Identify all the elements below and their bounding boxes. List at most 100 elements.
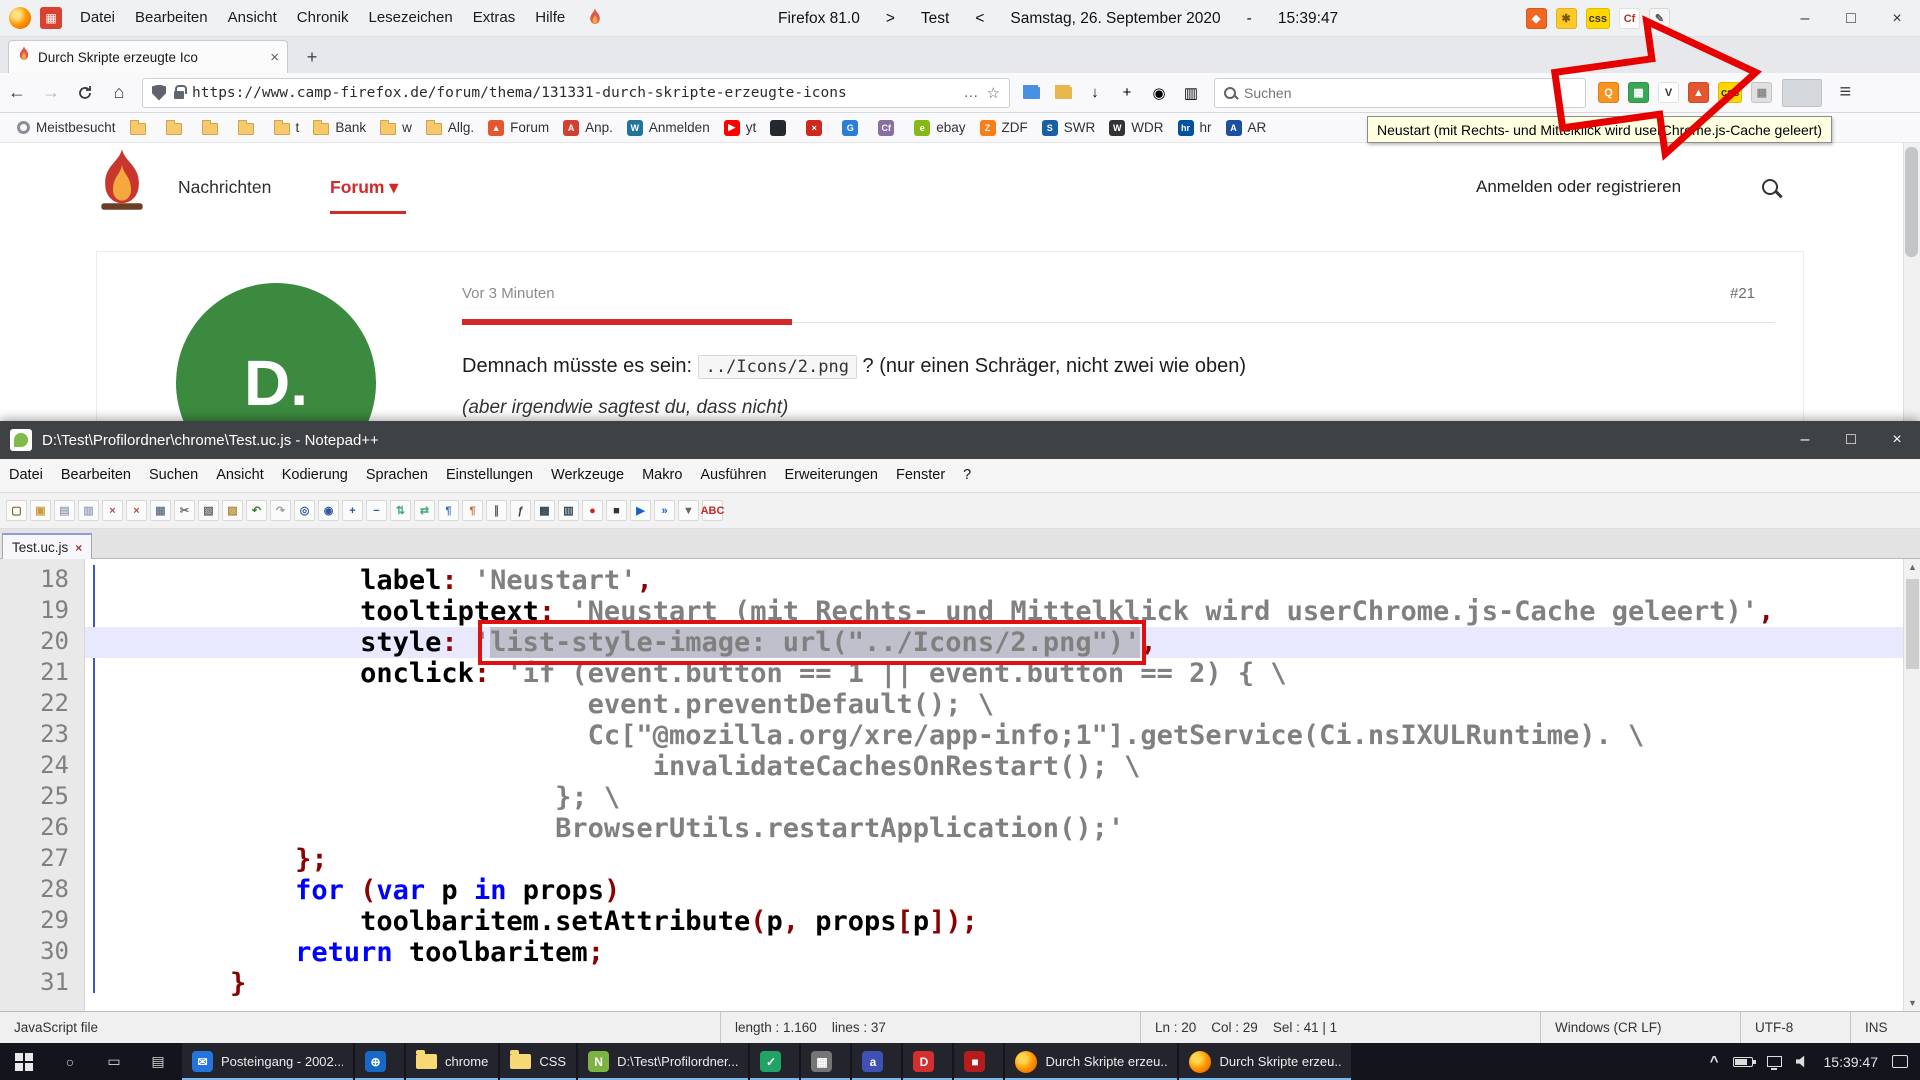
taskbar-app-gray[interactable]: ▦ <box>801 1043 850 1080</box>
menu-item[interactable]: ? <box>954 459 980 492</box>
document-tab[interactable]: Test.uc.js × <box>2 533 92 560</box>
taskbar-app-folder-css[interactable]: CSS <box>500 1043 576 1080</box>
battery-icon[interactable] <box>1733 1057 1753 1067</box>
menu-item[interactable]: Kodierung <box>273 459 357 492</box>
post-number[interactable]: #21 <box>1730 285 1755 302</box>
bookmark-item[interactable] <box>195 116 231 140</box>
bookmark-item[interactable]: G <box>835 116 871 140</box>
bookmark-item[interactable]: W Anmelden <box>620 116 717 140</box>
notification-center-icon[interactable] <box>1892 1055 1908 1068</box>
new-file-icon[interactable]: ▢ <box>6 500 27 521</box>
close-all-icon[interactable]: × <box>126 500 147 521</box>
sync-scroll-v-icon[interactable]: ⇅ <box>390 500 411 521</box>
home-button[interactable]: ⌂ <box>102 77 136 109</box>
bookmark-item[interactable] <box>159 116 195 140</box>
lock-icon[interactable] <box>174 91 184 99</box>
page-scrollbar[interactable] <box>1903 143 1920 421</box>
start-button[interactable] <box>0 1043 48 1080</box>
nav-forum[interactable]: Forum ▾ <box>330 177 398 198</box>
menu-item[interactable]: Hilfe <box>525 0 575 36</box>
scroll-down-icon[interactable]: ▼ <box>1904 995 1920 1011</box>
save-macro-icon[interactable]: ▼ <box>678 500 699 521</box>
menu-item[interactable]: Sprachen <box>357 459 437 492</box>
bookmark-item[interactable]: Meistbesucht <box>10 116 123 140</box>
minimize-button[interactable]: – <box>1782 421 1828 459</box>
firefox-icon[interactable] <box>9 7 31 29</box>
menu-item[interactable]: Ansicht <box>207 459 273 492</box>
bookmark-item[interactable]: Z ZDF <box>973 116 1035 140</box>
pinned-mail-icon[interactable]: ▤ <box>136 1043 180 1080</box>
menu-item[interactable]: Lesezeichen <box>358 0 462 36</box>
bookmark-item[interactable]: t <box>267 116 307 140</box>
print-icon[interactable]: ▦ <box>150 500 171 521</box>
addons-icon[interactable]: + <box>1116 82 1138 104</box>
menu-item[interactable]: Chronik <box>287 0 359 36</box>
menu-item[interactable]: Ausführen <box>691 459 775 492</box>
sync-scroll-h-icon[interactable]: ⇄ <box>414 500 435 521</box>
taskbar-app-folder-chrome[interactable]: chrome <box>406 1043 498 1080</box>
record-macro-icon[interactable]: ● <box>582 500 603 521</box>
taskbar-app-firefox-1[interactable]: Durch Skripte erzeu... <box>1005 1043 1177 1080</box>
post-timestamp[interactable]: Vor 3 Minuten <box>462 285 555 302</box>
spell-check-icon[interactable]: ABC <box>702 500 723 521</box>
reload-button[interactable] <box>68 77 102 109</box>
volume-icon[interactable] <box>1796 1055 1810 1069</box>
close-doc-icon[interactable]: × <box>102 500 123 521</box>
taskbar-app-firefox-2[interactable]: Durch Skripte erzeu... <box>1179 1043 1351 1080</box>
undo-icon[interactable]: ↶ <box>246 500 267 521</box>
code-line[interactable]: 22 event.preventDefault(); \ <box>0 689 1903 720</box>
code-line[interactable]: 24 invalidateCachesOnRestart(); \ <box>0 751 1903 782</box>
hamburger-menu-icon[interactable]: ≡ <box>1830 81 1860 104</box>
maximize-button[interactable]: □ <box>1828 0 1874 37</box>
bookmark-item[interactable]: Cf <box>871 116 907 140</box>
bookmark-item[interactable]: × <box>799 116 835 140</box>
taskbar-app-browser[interactable]: ⊕ <box>355 1043 404 1080</box>
menu-item[interactable]: Datei <box>0 459 52 492</box>
indent-guides-icon[interactable]: ∥ <box>486 500 507 521</box>
doc-map-icon[interactable]: ▩ <box>534 500 555 521</box>
code-line[interactable]: 20 style: 'list-style-image: url("../Ico… <box>0 627 1903 658</box>
bookmark-item[interactable]: Allg. <box>419 116 481 140</box>
stop-macro-icon[interactable]: ■ <box>606 500 627 521</box>
close-button[interactable]: × <box>1874 421 1920 459</box>
code-line[interactable]: 26 BrowserUtils.restartApplication();' <box>0 813 1903 844</box>
bookmark-item[interactable]: e ebay <box>907 116 972 140</box>
menu-item[interactable]: Ansicht <box>218 0 287 36</box>
neustart-toolbar-button[interactable] <box>1782 79 1822 107</box>
menu-item[interactable]: Bearbeiten <box>125 0 218 36</box>
menu-item[interactable]: Suchen <box>140 459 207 492</box>
run-macro-multi-icon[interactable]: » <box>654 500 675 521</box>
taskbar-app-notepadpp[interactable]: N D:\Test\Profilordner... <box>578 1043 748 1080</box>
taskbar-app-darkred[interactable]: ■ <box>954 1043 1003 1080</box>
task-view-icon[interactable]: ▭ <box>92 1043 136 1080</box>
bookmark-item[interactable]: ▲ Forum <box>481 116 556 140</box>
campfire-logo[interactable] <box>96 149 148 211</box>
bookmark-item[interactable]: ▶ yt <box>717 116 764 140</box>
doc-switcher-icon[interactable]: ▥ <box>558 500 579 521</box>
bookmarks-folder-icon[interactable] <box>1020 82 1042 104</box>
bookmark-item[interactable]: hr hr <box>1171 116 1219 140</box>
menu-item[interactable]: Einstellungen <box>437 459 542 492</box>
minimize-button[interactable]: – <box>1782 0 1828 37</box>
code-line[interactable]: 27 }; <box>0 844 1903 875</box>
code-line[interactable]: 18 label: 'Neustart', <box>0 565 1903 596</box>
scrollbar-thumb[interactable] <box>1906 579 1919 669</box>
menu-item[interactable]: Fenster <box>887 459 954 492</box>
browser-tab[interactable]: Durch Skripte erzeugte Ico × <box>8 40 288 73</box>
bookmark-item[interactable]: Bank <box>306 116 373 140</box>
page-search-icon[interactable] <box>1762 179 1778 195</box>
menu-item[interactable]: Bearbeiten <box>52 459 140 492</box>
editor-scrollbar[interactable]: ▲ ▼ <box>1903 559 1920 1011</box>
close-button[interactable]: × <box>1874 0 1920 37</box>
code-line[interactable]: 29 toolbaritem.setAttribute(p, props[p])… <box>0 906 1903 937</box>
menu-item[interactable]: Makro <box>633 459 691 492</box>
taskbar-search-icon[interactable]: ○ <box>48 1043 92 1080</box>
new-tab-button[interactable]: + <box>298 43 326 71</box>
screenshot-icon[interactable]: ◉ <box>1148 82 1170 104</box>
page-actions-icon[interactable]: … <box>964 84 979 101</box>
back-button[interactable]: ← <box>0 77 34 109</box>
bookmark-item[interactable]: S SWR <box>1035 116 1103 140</box>
scrollbar-thumb[interactable] <box>1905 147 1918 257</box>
menu-item[interactable]: Datei <box>70 0 125 36</box>
tray-chevron-icon[interactable]: ^ <box>1710 1053 1719 1070</box>
